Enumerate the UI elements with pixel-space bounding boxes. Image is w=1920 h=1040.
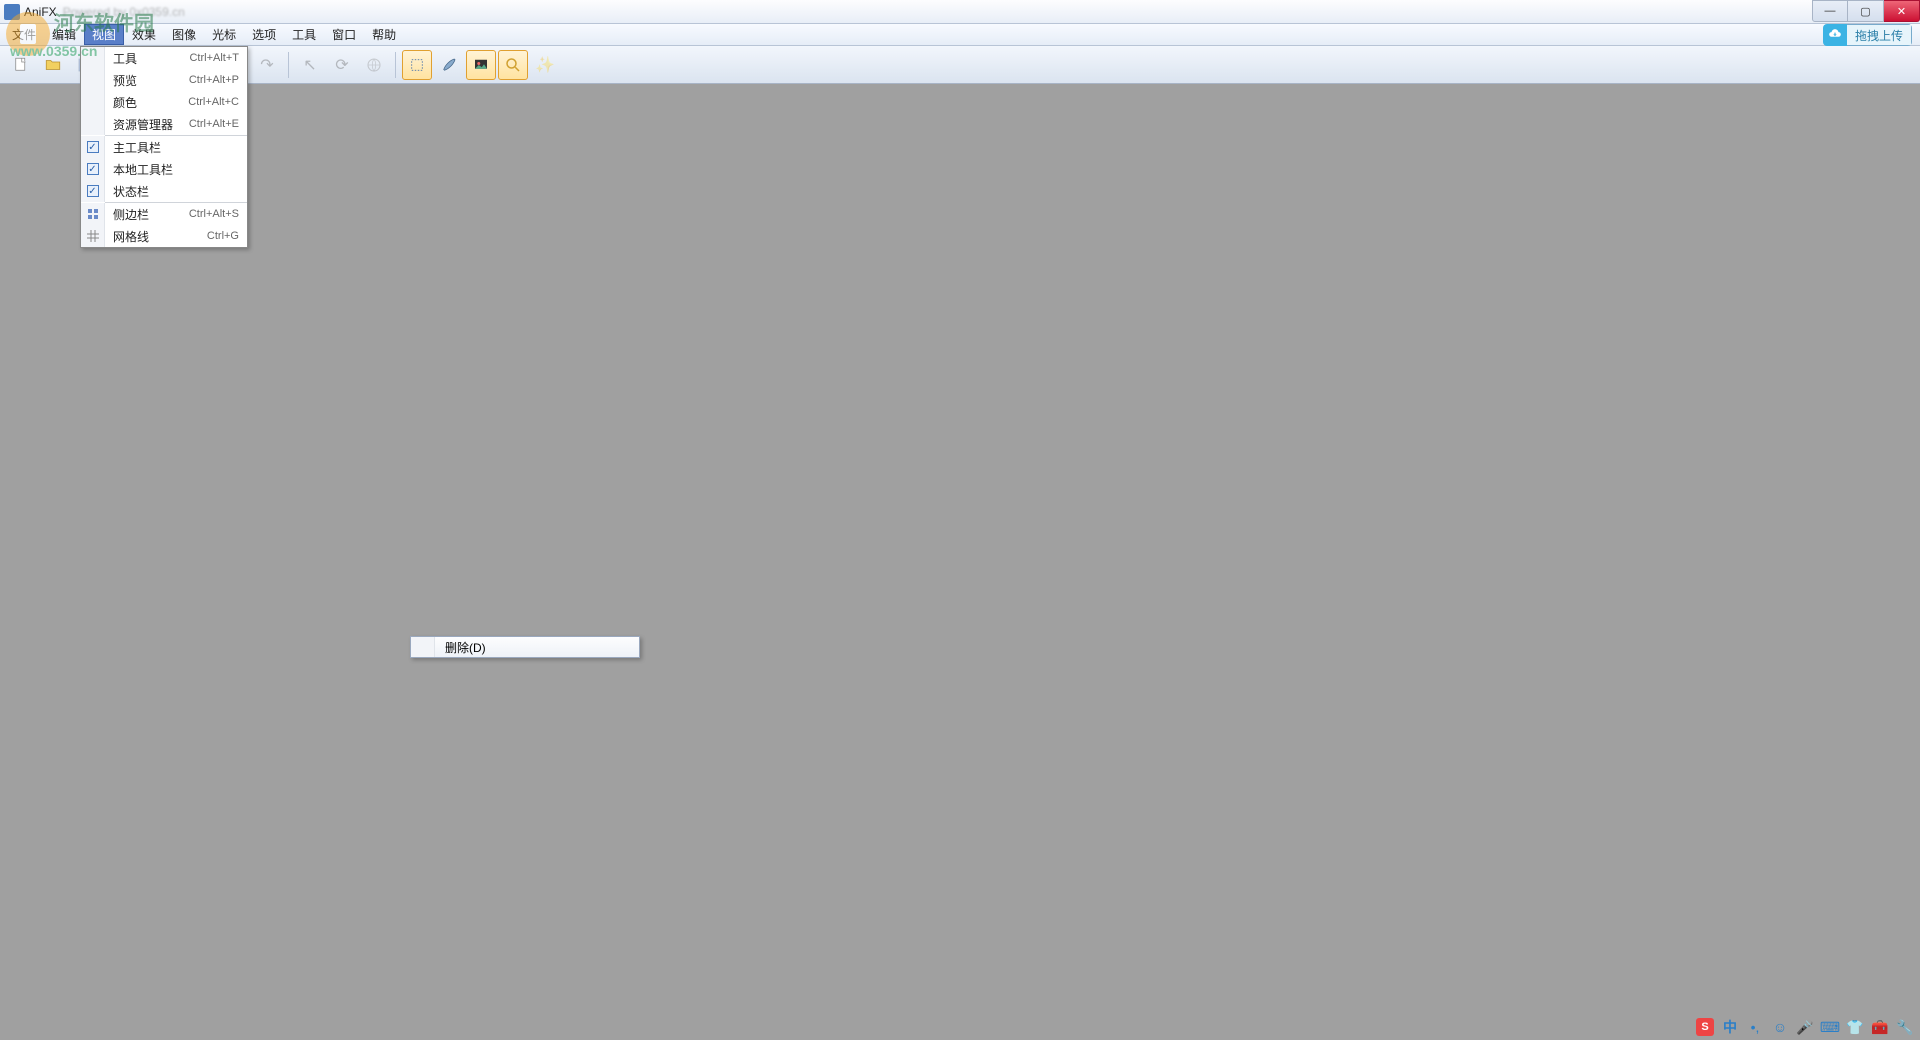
menuitem-label: 资源管理器 xyxy=(105,116,189,133)
menuitem-explorer[interactable]: 资源管理器 Ctrl+Alt+E xyxy=(81,113,247,135)
app-icon xyxy=(4,4,20,20)
wand-tool-button[interactable]: ✨ xyxy=(530,50,560,80)
emoji-icon[interactable]: ☺ xyxy=(1771,1018,1789,1036)
menuitem-label: 工具 xyxy=(105,50,189,67)
upload-label: 拖拽上传 xyxy=(1847,24,1912,46)
menuitem-statusbar[interactable]: ✓ 状态栏 xyxy=(81,180,247,202)
menuitem-main-toolbar[interactable]: ✓ 主工具栏 xyxy=(81,136,247,158)
maximize-button[interactable]: ▢ xyxy=(1848,0,1884,22)
menuitem-shortcut: Ctrl+Alt+T xyxy=(189,52,239,64)
zoom-tool-button[interactable] xyxy=(498,50,528,80)
view-dropdown: 工具 Ctrl+Alt+T 预览 Ctrl+Alt+P 颜色 Ctrl+Alt+… xyxy=(80,46,248,248)
menu-cursor[interactable]: 光标 xyxy=(204,24,244,45)
globe-button[interactable] xyxy=(359,50,389,80)
toolbar-separator xyxy=(288,52,289,78)
blank-icon xyxy=(81,91,105,113)
minimize-button[interactable]: — xyxy=(1812,0,1848,22)
ime-icon[interactable]: S xyxy=(1696,1018,1714,1036)
new-file-button[interactable] xyxy=(6,50,36,80)
window-controls: — ▢ ✕ xyxy=(1812,0,1920,22)
menu-image[interactable]: 图像 xyxy=(164,24,204,45)
menuitem-preview[interactable]: 预览 Ctrl+Alt+P xyxy=(81,69,247,91)
blank-icon xyxy=(81,69,105,91)
menuitem-label: 主工具栏 xyxy=(105,139,239,156)
menuitem-shortcut: Ctrl+Alt+P xyxy=(189,74,239,86)
upload-button[interactable]: 拖拽上传 xyxy=(1823,24,1912,46)
toolbar: ✂ ⧉ 📋 ↶ ↷ ↖ ⟳ ✨ xyxy=(0,46,1920,84)
toolbox-icon[interactable]: 🧰 xyxy=(1871,1018,1889,1036)
blank-icon xyxy=(81,47,105,69)
app-title: AniFX xyxy=(24,5,57,19)
menuitem-sidebar[interactable]: 侧边栏 Ctrl+Alt+S xyxy=(81,203,247,225)
ime-lang-icon[interactable]: 中 xyxy=(1721,1018,1739,1036)
titlebar: AniFX Powered by 0x0359.cn — ▢ ✕ xyxy=(0,0,1920,24)
menuitem-local-toolbar[interactable]: ✓ 本地工具栏 xyxy=(81,158,247,180)
context-delete[interactable]: 删除(D) xyxy=(435,639,486,656)
settings-icon[interactable]: 🔧 xyxy=(1896,1018,1914,1036)
blank-icon xyxy=(411,637,435,657)
menu-options[interactable]: 选项 xyxy=(244,24,284,45)
blank-icon xyxy=(81,113,105,135)
menuitem-tools[interactable]: 工具 Ctrl+Alt+T xyxy=(81,47,247,69)
check-icon: ✓ xyxy=(81,158,105,180)
brush-tool-button[interactable] xyxy=(434,50,464,80)
pointer-button[interactable]: ↖ xyxy=(295,50,325,80)
menuitem-shortcut: Ctrl+G xyxy=(207,230,239,242)
menuitem-label: 状态栏 xyxy=(105,183,239,200)
close-button[interactable]: ✕ xyxy=(1884,0,1920,22)
rotate-button[interactable]: ⟳ xyxy=(327,50,357,80)
system-tray: S 中 •, ☺ 🎤 ⌨ 👕 🧰 🔧 xyxy=(1696,1018,1914,1036)
menu-file[interactable]: 文件 xyxy=(4,24,44,45)
menuitem-shortcut: Ctrl+Alt+C xyxy=(188,96,239,108)
keyboard-icon[interactable]: ⌨ xyxy=(1821,1018,1839,1036)
menuitem-label: 本地工具栏 xyxy=(105,161,239,178)
redo-button[interactable]: ↷ xyxy=(252,50,282,80)
select-tool-button[interactable] xyxy=(402,50,432,80)
menuitem-color[interactable]: 颜色 Ctrl+Alt+C xyxy=(81,91,247,113)
title-extra: Powered by 0x0359.cn xyxy=(63,5,185,19)
menu-effects[interactable]: 效果 xyxy=(124,24,164,45)
check-icon: ✓ xyxy=(81,180,105,202)
menubar: 文件 编辑 视图 效果 图像 光标 选项 工具 窗口 帮助 xyxy=(0,24,1920,46)
image-tool-button[interactable] xyxy=(466,50,496,80)
menuitem-shortcut: Ctrl+Alt+S xyxy=(189,208,239,220)
menu-tools[interactable]: 工具 xyxy=(284,24,324,45)
context-menu: 删除(D) xyxy=(410,636,640,658)
cloud-icon xyxy=(1823,24,1847,46)
workspace xyxy=(0,84,1920,1040)
menuitem-label: 侧边栏 xyxy=(105,206,189,223)
menu-help[interactable]: 帮助 xyxy=(364,24,404,45)
grid-icon xyxy=(81,203,105,225)
menu-view[interactable]: 视图 xyxy=(84,24,124,45)
menuitem-gridlines[interactable]: 网格线 Ctrl+G xyxy=(81,225,247,247)
menu-window[interactable]: 窗口 xyxy=(324,24,364,45)
hash-icon xyxy=(81,225,105,247)
check-icon: ✓ xyxy=(81,136,105,158)
punct-icon[interactable]: •, xyxy=(1746,1018,1764,1036)
menuitem-shortcut: Ctrl+Alt+E xyxy=(189,118,239,130)
menuitem-label: 颜色 xyxy=(105,94,188,111)
menuitem-label: 网格线 xyxy=(105,228,207,245)
skin-icon[interactable]: 👕 xyxy=(1846,1018,1864,1036)
menu-edit[interactable]: 编辑 xyxy=(44,24,84,45)
open-file-button[interactable] xyxy=(38,50,68,80)
mic-icon[interactable]: 🎤 xyxy=(1796,1018,1814,1036)
menuitem-label: 预览 xyxy=(105,72,189,89)
toolbar-separator xyxy=(395,52,396,78)
